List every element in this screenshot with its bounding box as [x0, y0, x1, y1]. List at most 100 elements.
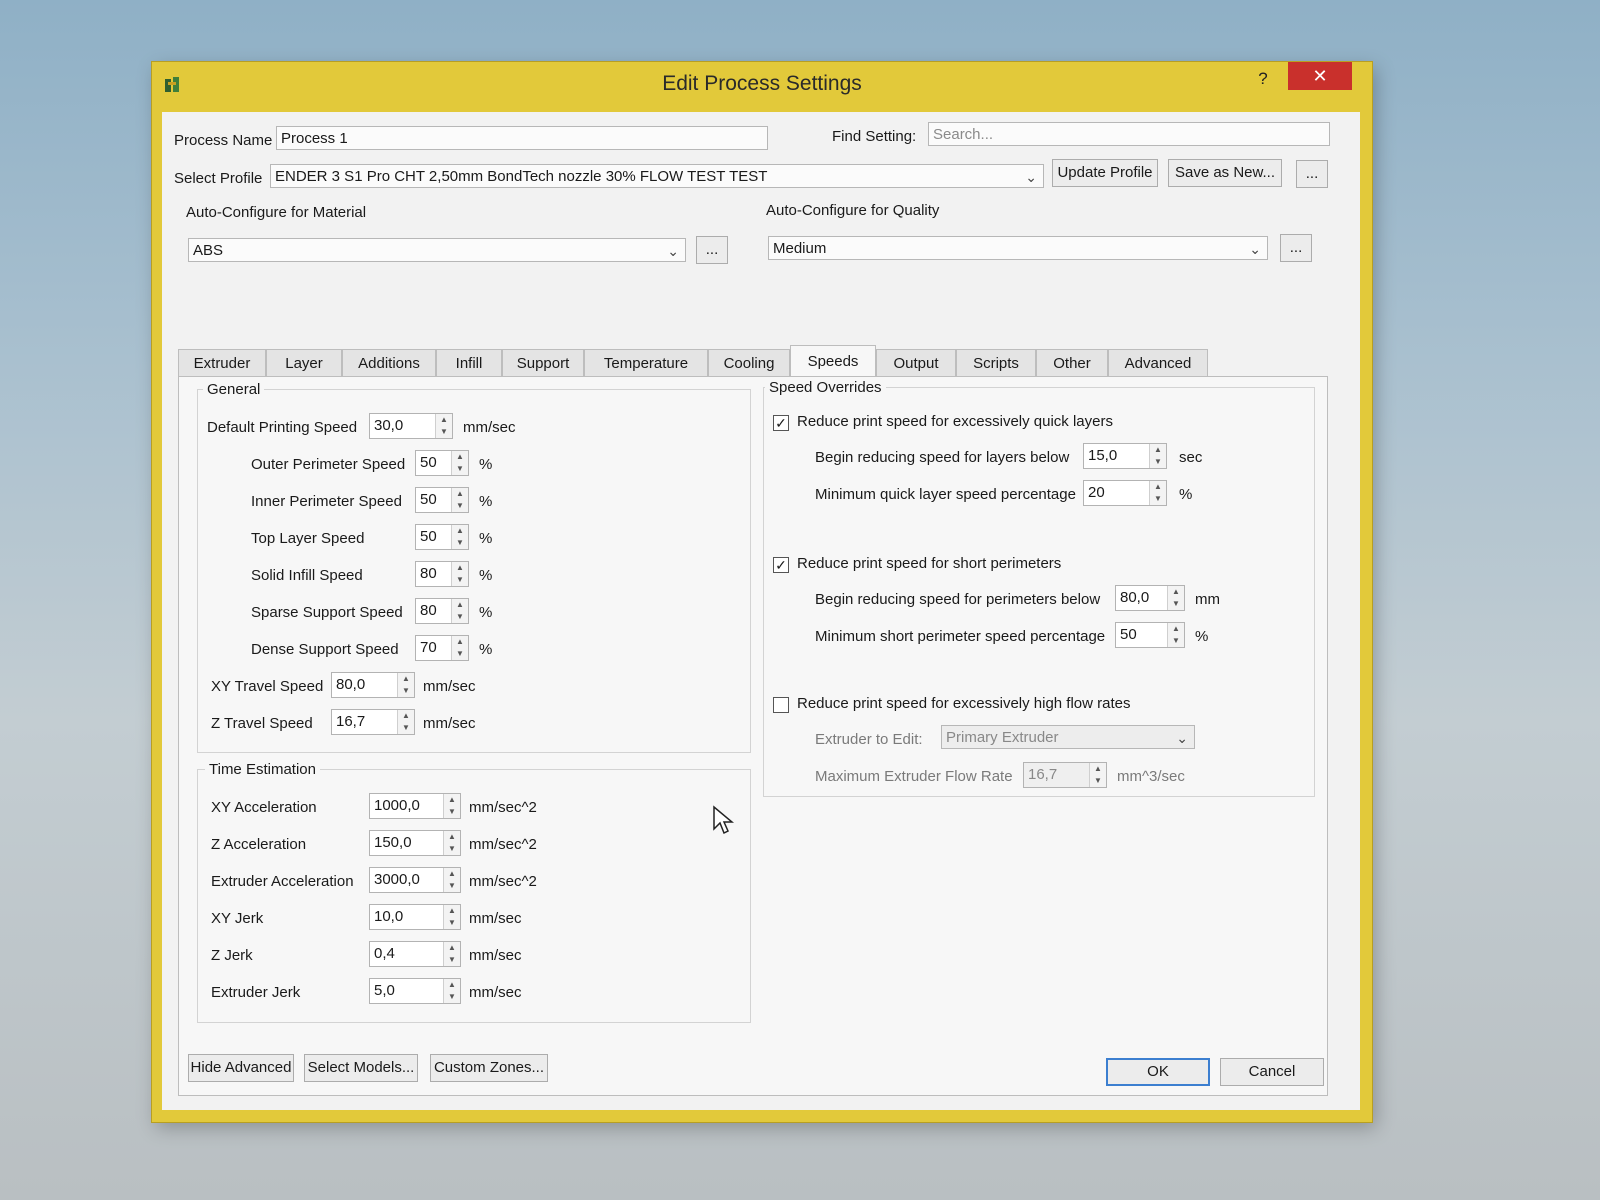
xy-acceleration-spinbox[interactable]: 1000,0 ▲ ▼: [369, 793, 461, 819]
xy-jerk-label: XY Jerk: [211, 910, 264, 927]
quick-layers-begin-unit: sec: [1179, 449, 1203, 466]
extruder-to-edit-dropdown[interactable]: Primary Extruder ⌄: [941, 725, 1195, 749]
quick-layers-checkbox[interactable]: ✓: [773, 415, 789, 431]
short-perimeters-label: Reduce print speed for short perimeters: [797, 555, 1062, 572]
spin-arrows-icon[interactable]: ▲ ▼: [443, 794, 460, 818]
z-jerk-value: 0,4: [374, 945, 395, 962]
sparse-support-speed-label: Sparse Support Speed: [251, 604, 403, 621]
z-jerk-label: Z Jerk: [211, 947, 253, 964]
chevron-down-icon: ⌄: [1249, 241, 1261, 257]
outer-perimeter-speed-label: Outer Perimeter Speed: [251, 456, 406, 473]
spin-arrows-icon[interactable]: ▲ ▼: [451, 599, 468, 623]
process-name-input[interactable]: Process 1: [276, 126, 768, 150]
spin-arrows-icon[interactable]: ▲ ▼: [1149, 481, 1166, 505]
short-perimeters-checkbox[interactable]: ✓: [773, 557, 789, 573]
custom-zones-button[interactable]: Custom Zones...: [430, 1054, 548, 1082]
sparse-support-speed-spinbox[interactable]: 80 ▲ ▼: [415, 598, 469, 624]
spin-arrows-icon[interactable]: ▲ ▼: [451, 636, 468, 660]
high-flow-checkbox[interactable]: [773, 697, 789, 713]
z-travel-speed-spinbox[interactable]: 16,7 ▲ ▼: [331, 709, 415, 735]
xy-travel-speed-spinbox[interactable]: 80,0 ▲ ▼: [331, 672, 415, 698]
ok-button[interactable]: OK: [1106, 1058, 1210, 1086]
spin-arrows-icon[interactable]: ▲ ▼: [1089, 763, 1106, 787]
tab-scripts[interactable]: Scripts: [956, 349, 1036, 377]
spin-arrows-icon[interactable]: ▲ ▼: [443, 942, 460, 966]
z-travel-speed-value: 16,7: [336, 713, 366, 730]
material-dropdown[interactable]: ABS ⌄: [188, 238, 686, 262]
spin-arrows-icon[interactable]: ▲ ▼: [435, 414, 452, 438]
z-jerk-unit: mm/sec: [469, 947, 522, 964]
tab-speeds[interactable]: Speeds: [790, 345, 876, 377]
spin-arrows-icon[interactable]: ▲ ▼: [1167, 586, 1184, 610]
spin-arrows-icon[interactable]: ▲ ▼: [1167, 623, 1184, 647]
spin-arrows-icon[interactable]: ▲ ▼: [451, 525, 468, 549]
select-models-button[interactable]: Select Models...: [304, 1054, 418, 1082]
default-printing-speed-spinbox[interactable]: 30,0 ▲ ▼: [369, 413, 453, 439]
dense-support-speed-spinbox[interactable]: 70 ▲ ▼: [415, 635, 469, 661]
spin-arrows-icon[interactable]: ▲ ▼: [451, 562, 468, 586]
max-flow-rate-unit: mm^3/sec: [1117, 768, 1185, 785]
spin-arrows-icon[interactable]: ▲ ▼: [443, 831, 460, 855]
tab-extruder[interactable]: Extruder: [178, 349, 266, 377]
z-jerk-spinbox[interactable]: 0,4 ▲ ▼: [369, 941, 461, 967]
close-button[interactable]: ✕: [1288, 62, 1352, 90]
tab-layer[interactable]: Layer: [266, 349, 342, 377]
inner-perimeter-speed-label: Inner Perimeter Speed: [251, 493, 402, 510]
default-printing-speed-value: 30,0: [374, 417, 404, 434]
xy-jerk-spinbox[interactable]: 10,0 ▲ ▼: [369, 904, 461, 930]
tab-support[interactable]: Support: [502, 349, 584, 377]
dense-support-speed-value: 70: [420, 639, 437, 656]
outer-perimeter-speed-spinbox[interactable]: 50 ▲ ▼: [415, 450, 469, 476]
quality-more-button[interactable]: ...: [1280, 234, 1312, 262]
speeds-panel: General Default Printing Speed 30,0 ▲ ▼ mm…: [178, 376, 1328, 1096]
spin-arrows-icon[interactable]: ▲ ▼: [443, 905, 460, 929]
max-flow-rate-value: 16,7: [1028, 766, 1058, 783]
z-acceleration-spinbox[interactable]: 150,0 ▲ ▼: [369, 830, 461, 856]
spin-arrows-icon[interactable]: ▲ ▼: [397, 710, 414, 734]
help-button[interactable]: ?: [1246, 66, 1280, 92]
extruder-jerk-spinbox[interactable]: 5,0 ▲ ▼: [369, 978, 461, 1004]
find-setting-search-input[interactable]: Search...: [928, 122, 1330, 146]
xy-acceleration-unit: mm/sec^2: [469, 799, 537, 816]
quick-layers-min-unit: %: [1179, 486, 1193, 503]
tab-output[interactable]: Output: [876, 349, 956, 377]
spin-arrows-icon[interactable]: ▲ ▼: [451, 451, 468, 475]
tab-additions[interactable]: Additions: [342, 349, 436, 377]
tab-infill[interactable]: Infill: [436, 349, 502, 377]
quality-value: Medium: [773, 240, 827, 257]
spin-arrows-icon[interactable]: ▲ ▼: [443, 979, 460, 1003]
profile-value: ENDER 3 S1 Pro CHT 2,50mm BondTech nozzl…: [275, 168, 768, 185]
extruder-acceleration-spinbox[interactable]: 3000,0 ▲ ▼: [369, 867, 461, 893]
speed-overrides-group-title: Speed Overrides: [765, 379, 886, 396]
profile-more-button[interactable]: ...: [1296, 160, 1328, 188]
save-as-new-button[interactable]: Save as New...: [1168, 159, 1282, 187]
quality-label: Auto-Configure for Quality: [766, 202, 940, 219]
quick-layers-min-spinbox[interactable]: 20 ▲ ▼: [1083, 480, 1167, 506]
extruder-jerk-label: Extruder Jerk: [211, 984, 301, 1001]
update-profile-button[interactable]: Update Profile: [1052, 159, 1158, 187]
tab-cooling[interactable]: Cooling: [708, 349, 790, 377]
spin-arrows-icon[interactable]: ▲ ▼: [397, 673, 414, 697]
short-perimeters-begin-spinbox[interactable]: 80,0 ▲ ▼: [1115, 585, 1185, 611]
title-bar[interactable]: Edit Process Settings ? ✕: [152, 62, 1372, 104]
quick-layers-begin-spinbox[interactable]: 15,0 ▲ ▼: [1083, 443, 1167, 469]
short-perimeters-min-spinbox[interactable]: 50 ▲ ▼: [1115, 622, 1185, 648]
cancel-button[interactable]: Cancel: [1220, 1058, 1324, 1086]
spin-arrows-icon[interactable]: ▲ ▼: [451, 488, 468, 512]
max-flow-rate-spinbox[interactable]: 16,7 ▲ ▼: [1023, 762, 1107, 788]
tab-temperature[interactable]: Temperature: [584, 349, 708, 377]
tab-advanced[interactable]: Advanced: [1108, 349, 1208, 377]
hide-advanced-button[interactable]: Hide Advanced: [188, 1054, 294, 1082]
edit-process-settings-window: Edit Process Settings ? ✕ Process Name P…: [152, 62, 1372, 1122]
spin-arrows-icon[interactable]: ▲ ▼: [443, 868, 460, 892]
quality-dropdown[interactable]: Medium ⌄: [768, 236, 1268, 260]
short-perimeters-begin-unit: mm: [1195, 591, 1220, 608]
solid-infill-speed-spinbox[interactable]: 80 ▲ ▼: [415, 561, 469, 587]
material-more-button[interactable]: ...: [696, 236, 728, 264]
inner-perimeter-speed-spinbox[interactable]: 50 ▲ ▼: [415, 487, 469, 513]
spin-arrows-icon[interactable]: ▲ ▼: [1149, 444, 1166, 468]
top-layer-speed-spinbox[interactable]: 50 ▲ ▼: [415, 524, 469, 550]
profile-dropdown[interactable]: ENDER 3 S1 Pro CHT 2,50mm BondTech nozzl…: [270, 164, 1044, 188]
tab-other[interactable]: Other: [1036, 349, 1108, 377]
top-layer-speed-label: Top Layer Speed: [251, 530, 365, 547]
